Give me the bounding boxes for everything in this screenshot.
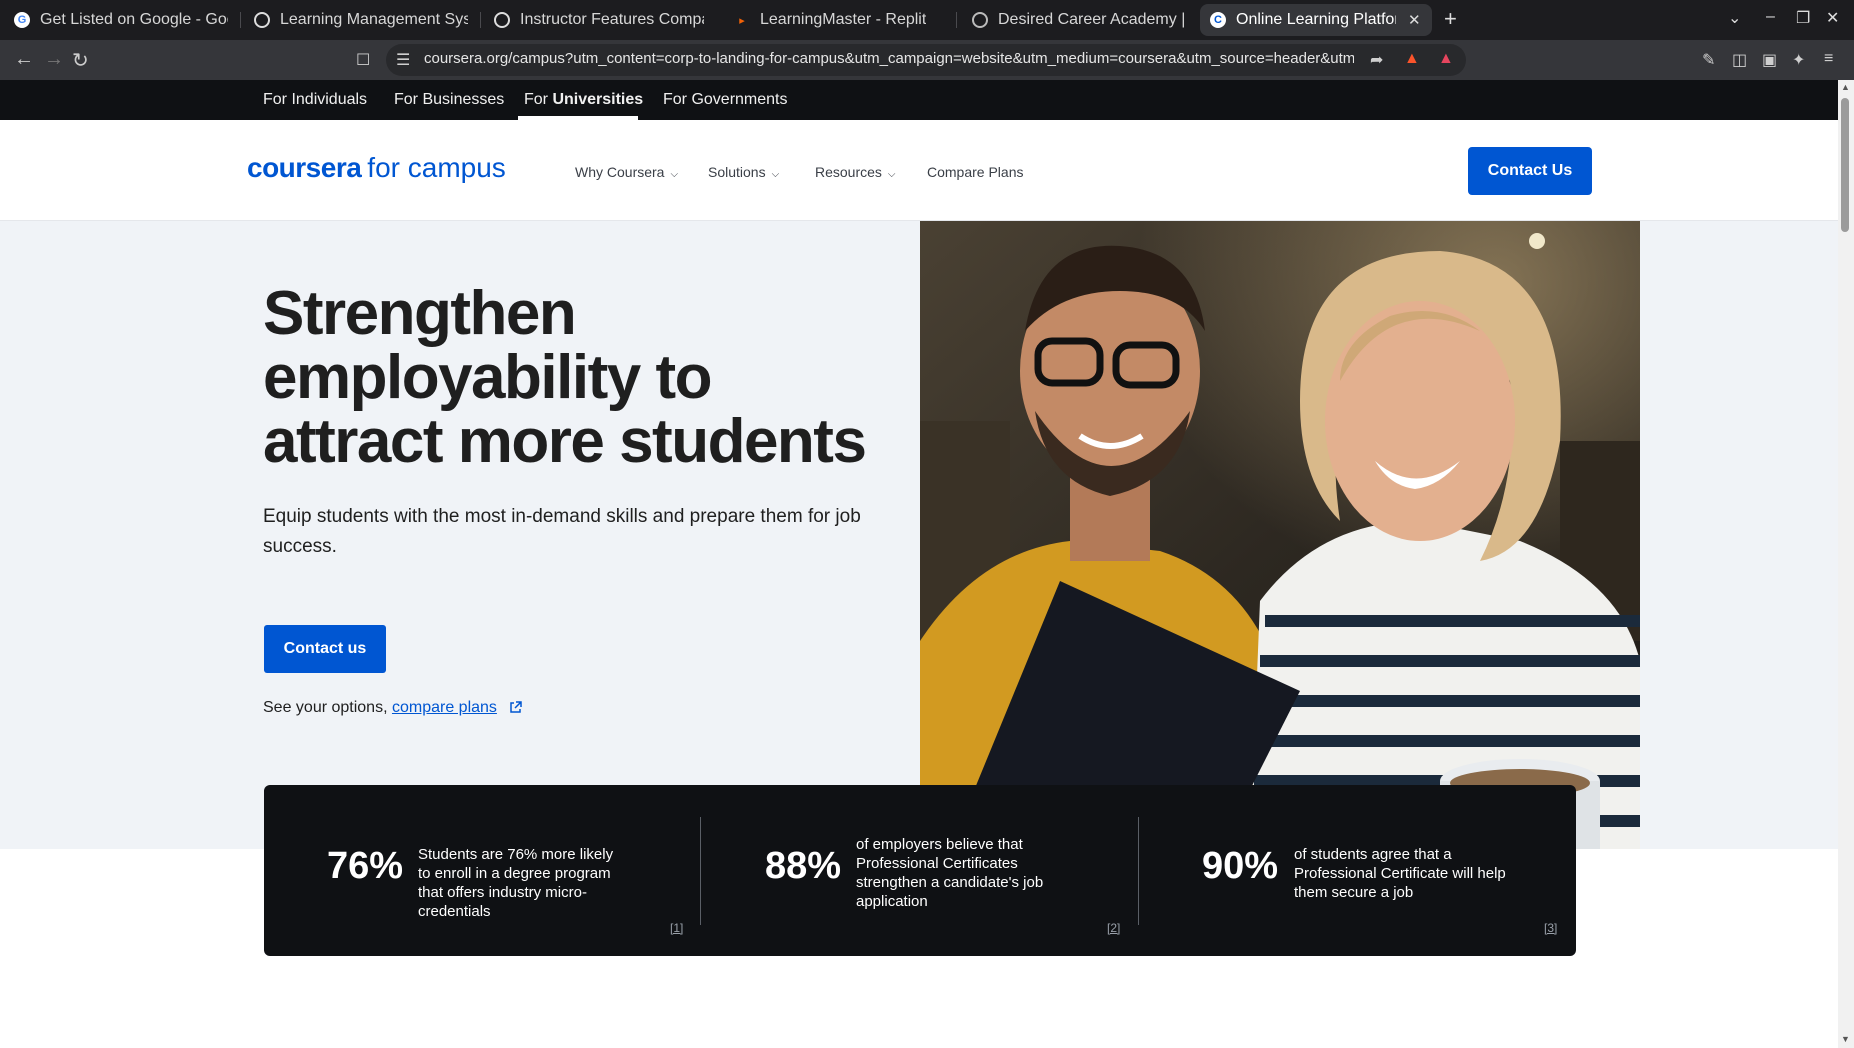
openai-icon xyxy=(494,12,510,28)
stat-text: Students are 76% more likely to enroll i… xyxy=(418,846,614,920)
sidebar-icon[interactable]: ◫ xyxy=(1732,50,1747,70)
reload-icon[interactable]: ↻ xyxy=(72,48,89,73)
nav-resources[interactable]: Resources ⌵ xyxy=(815,164,896,180)
stat-text: of students agree that a Professional Ce… xyxy=(1294,846,1506,901)
stat-footnote-link[interactable]: [2] xyxy=(1107,921,1120,935)
bookmark-icon[interactable]: ☐ xyxy=(356,50,370,70)
back-icon[interactable]: ← xyxy=(14,48,34,71)
browser-tab[interactable]: Learning Management Syste xyxy=(254,4,468,36)
nav-for-governments[interactable]: For Governments xyxy=(663,91,787,109)
compare-plans-link[interactable]: compare plans xyxy=(392,699,497,716)
nav-for-businesses[interactable]: For Businesses xyxy=(394,91,504,109)
chevron-down-icon: ⌵ xyxy=(887,169,896,180)
restore-icon[interactable]: ❐ xyxy=(1796,8,1810,28)
nav-for-individuals[interactable]: For Individuals xyxy=(263,91,367,109)
stat-value: 76% xyxy=(327,845,404,887)
hero-subtitle: Equip students with the most in-demand s… xyxy=(263,506,861,557)
audience-nav: For Individuals For Businesses For Unive… xyxy=(0,80,1838,120)
browser-tab[interactable]: Desired Career Academy | Er xyxy=(972,4,1184,36)
stat-value: 90% xyxy=(1202,845,1279,887)
wallet-icon[interactable]: ▣ xyxy=(1762,50,1777,70)
stat-text: of employers believe that Professional C… xyxy=(856,836,1044,910)
scroll-down-icon[interactable]: ▼ xyxy=(1841,1034,1850,1044)
stat-divider xyxy=(700,817,701,925)
nav-for-universities[interactable]: For Universities xyxy=(524,91,643,109)
nav-solutions[interactable]: Solutions ⌵ xyxy=(708,164,779,180)
coursera-logo[interactable]: coursera for campus xyxy=(247,152,506,184)
close-tab-icon[interactable]: ✕ xyxy=(1408,11,1421,29)
chevron-down-icon: ⌵ xyxy=(771,169,780,180)
close-window-icon[interactable]: ✕ xyxy=(1826,8,1839,28)
stat-value: 88% xyxy=(765,845,842,887)
nav-why-coursera[interactable]: Why Coursera ⌵ xyxy=(575,164,678,180)
url-field[interactable]: coursera.org/campus?utm_content=corp-to-… xyxy=(424,50,1354,67)
brave-rewards-icon[interactable]: ▲ xyxy=(1438,50,1454,68)
globe-icon xyxy=(972,12,988,28)
minimize-icon[interactable]: – xyxy=(1766,8,1775,26)
hero-contact-button[interactable]: Contact us xyxy=(264,625,386,673)
external-link-icon xyxy=(509,701,523,719)
compare-options-line: See your options, compare plans xyxy=(263,699,523,719)
browser-tab-active[interactable]: C Online Learning Platform ✕ xyxy=(1200,4,1432,36)
browser-address-bar: ← → ↻ ☐ ☰ coursera.org/campus?utm_conten… xyxy=(0,40,1854,80)
openai-icon xyxy=(254,12,270,28)
browser-tab[interactable]: Instructor Features Compari xyxy=(494,4,704,36)
share-icon[interactable]: ➦ xyxy=(1370,50,1383,70)
hero-photo xyxy=(920,221,1640,849)
stat-footnote-link[interactable]: [1] xyxy=(670,921,683,935)
new-tab-icon[interactable]: + xyxy=(1444,6,1457,32)
brave-shield-icon[interactable]: ▲ xyxy=(1404,50,1420,68)
stats-band: 76% Students are 76% more likely to enro… xyxy=(264,785,1576,956)
stat-footnote-link[interactable]: [3] xyxy=(1544,921,1557,935)
browser-tab-bar: G Get Listed on Google - Goog Learning M… xyxy=(0,0,1854,40)
menu-icon[interactable]: ≡ xyxy=(1824,50,1833,68)
scroll-up-icon[interactable]: ▲ xyxy=(1841,82,1850,92)
tab-list-chevron-icon[interactable]: ⌄ xyxy=(1728,8,1741,28)
chevron-down-icon: ⌵ xyxy=(670,169,679,180)
stat-divider xyxy=(1138,817,1139,925)
browser-tab[interactable]: G Get Listed on Google - Goog xyxy=(14,4,228,36)
forward-icon[interactable]: → xyxy=(44,48,64,71)
leo-ai-icon[interactable]: ✦ xyxy=(1792,50,1805,70)
nav-compare-plans[interactable]: Compare Plans xyxy=(927,164,1024,180)
google-icon: G xyxy=(14,12,30,28)
hero-title: Strengthen employability to attract more… xyxy=(263,279,867,476)
contact-us-button[interactable]: Contact Us xyxy=(1468,147,1592,195)
scrollbar-thumb[interactable] xyxy=(1841,98,1849,232)
replit-icon: ▸ xyxy=(739,14,745,27)
extensions-icon[interactable]: ✎ xyxy=(1702,50,1715,70)
coursera-icon: C xyxy=(1210,12,1226,28)
browser-tab[interactable]: ▸ LearningMaster - Replit xyxy=(734,4,948,36)
site-settings-icon[interactable]: ☰ xyxy=(396,50,410,70)
